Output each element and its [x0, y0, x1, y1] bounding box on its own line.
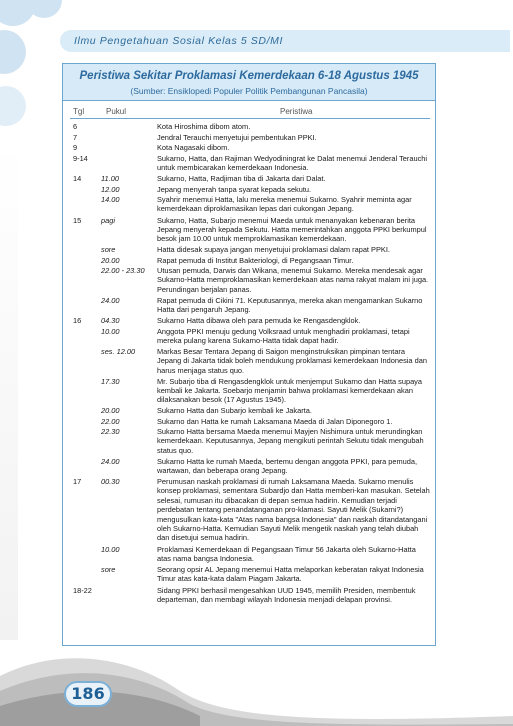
cell-peristiwa: Sukarno Hatta bersama Maeda menemui Mayj… [157, 427, 424, 455]
table-title-box: Peristiwa Sekitar Proklamasi Kemerdekaan… [62, 63, 436, 101]
page-number-badge: 186 [64, 681, 112, 707]
cell-pukul: 24.00 [101, 456, 120, 466]
cell-pukul: 04.30 [101, 316, 120, 325]
cell-pukul: 20.00 [101, 406, 120, 415]
cell-peristiwa: Proklamasi Kemerdekaan di Pegangsaan Tim… [157, 544, 416, 563]
cell-peristiwa: Jendral Terauchi menyetujui pembentukan … [157, 132, 317, 142]
cell-pukul: 14.00 [101, 195, 120, 204]
cell-pukul: 12.00 [101, 184, 120, 194]
cell-peristiwa: Rapat pemuda di Institut Bakteriologi, d… [157, 255, 354, 265]
table-title: Peristiwa Sekitar Proklamasi Kemerdekaan… [79, 70, 419, 82]
cell-tgl: 15 [73, 215, 82, 225]
cell-peristiwa: Sukarno dan Hatta ke rumah Laksamana Mae… [157, 416, 393, 426]
cell-peristiwa: Sidang PPKI berhasil mengesahkan UUD 194… [157, 585, 416, 604]
column-header-peristiwa: Peristiwa [280, 107, 313, 116]
sidebar-decoration [0, 140, 18, 640]
cell-pukul: 17.30 [101, 376, 120, 386]
cell-pukul: sore [101, 245, 116, 254]
cell-tgl: 17 [73, 477, 82, 486]
page-number: 186 [71, 684, 105, 703]
cell-peristiwa: Mr. Subarjo tiba di Rengasdengklok untuk… [157, 376, 422, 405]
cell-peristiwa: Sukarno, Hatta, dan Rajiman Wedyodiningr… [157, 153, 428, 172]
cell-peristiwa: Utusan pemuda, Darwis dan Wikana, menemu… [157, 266, 429, 294]
cell-peristiwa: Sukarno, Hatta, Radjiman tiba di Jakarta… [157, 174, 326, 183]
table-subtitle: (Sumber: Ensiklopedi Populer Politik Pem… [130, 86, 368, 96]
cell-pukul: 00.30 [101, 477, 120, 486]
cell-peristiwa: Jepang menyerah tanpa syarat kepada seku… [157, 184, 312, 194]
column-header-tgl: Tgl [73, 107, 85, 116]
cell-peristiwa: Hatta didesak supaya jangan menyetujui p… [157, 245, 390, 254]
cell-tgl: 6 [73, 122, 78, 131]
cell-peristiwa: Syahrir menemui Hatta, lalu mereka menem… [157, 195, 412, 214]
cell-peristiwa: Seorang opsir AL Jepang menemui Hatta me… [157, 565, 424, 584]
cell-tgl: 9 [73, 143, 78, 152]
header-divider [70, 118, 430, 119]
cell-peristiwa: Kota Nagasaki dibom. [157, 143, 230, 152]
cell-peristiwa: Sukarno, Hatta, Subarjo menemui Maeda un… [157, 215, 427, 244]
cell-pukul: pagi [101, 215, 115, 225]
cell-tgl: 18-22 [73, 585, 92, 595]
cell-peristiwa: Rapat pemuda di Cikini 71. Keputusannya,… [157, 295, 423, 314]
cell-pukul: 24.00 [101, 295, 120, 305]
cell-pukul: 11.00 [101, 174, 119, 183]
cell-pukul: 20.00 [101, 255, 120, 265]
cell-peristiwa: Kota Hiroshima dibom atom. [157, 122, 251, 131]
cell-pukul: 22.00 [101, 416, 120, 426]
cell-pukul: ses. 12.00 [101, 347, 136, 356]
column-header-pukul: Pukul [106, 107, 127, 116]
cell-peristiwa: Perumusan naskah proklamasi di rumah Lak… [157, 477, 430, 543]
cell-pukul: 10.00 [101, 326, 120, 336]
cell-peristiwa: Markas Besar Tentara Jepang di Saigon me… [157, 347, 427, 375]
cell-pukul: sore [101, 565, 116, 574]
cell-peristiwa: Anggota PPKI menuju gedung Volksraad unt… [157, 326, 410, 345]
cell-tgl: 9-14 [73, 153, 88, 163]
cell-tgl: 14 [73, 174, 82, 183]
cell-pukul: 10.00 [101, 544, 120, 554]
cell-peristiwa: Sukarno Hatta dibawa oleh para pemuda ke… [157, 316, 361, 325]
cell-tgl: 7 [73, 132, 78, 142]
cell-tgl: 16 [73, 316, 82, 325]
cell-peristiwa: Sukarno Hatta ke rumah Maeda, bertemu de… [157, 456, 418, 475]
cell-pukul: 22.30 [101, 427, 120, 436]
cell-peristiwa: Sukarno Hatta dan Subarjo kembali ke Jak… [157, 406, 312, 415]
cell-pukul: 22.00 - 23.30 [101, 266, 145, 275]
running-header: Ilmu Pengetahuan Sosial Kelas 5 SD/MI [74, 35, 283, 47]
